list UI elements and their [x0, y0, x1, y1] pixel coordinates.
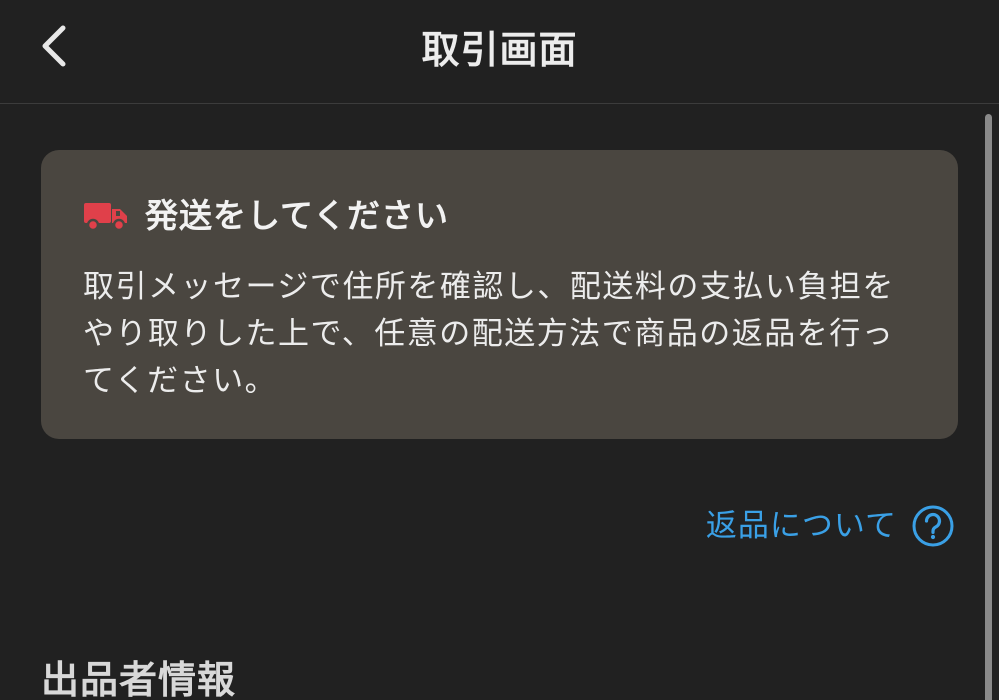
notice-title: 発送をしてください	[145, 196, 450, 235]
truck-icon	[84, 203, 127, 232]
help-circle-icon[interactable]	[911, 504, 955, 548]
page-title: 取引画面	[421, 28, 578, 72]
return-info-label[interactable]: 返品について	[706, 504, 897, 548]
scrollbar[interactable]	[985, 114, 992, 700]
seller-info-heading: 出品者情報	[41, 658, 237, 700]
return-info-link[interactable]: 返品について	[706, 504, 955, 548]
shipping-notice-card: 発送をしてください 取引メッセージで住所を確認し、配送料の支払い負担を やり取り…	[41, 150, 958, 439]
notice-header: 発送をしてください	[83, 194, 449, 238]
notice-body: 取引メッセージで住所を確認し、配送料の支払い負担を やり取りした上で、任意の配送…	[83, 269, 895, 399]
header-bar: 取引画面	[0, 0, 999, 104]
transaction-screen: 取引画面 発送をしてください 取引メッセージで住所を確認し、配送料の支払い負担を…	[0, 0, 999, 700]
